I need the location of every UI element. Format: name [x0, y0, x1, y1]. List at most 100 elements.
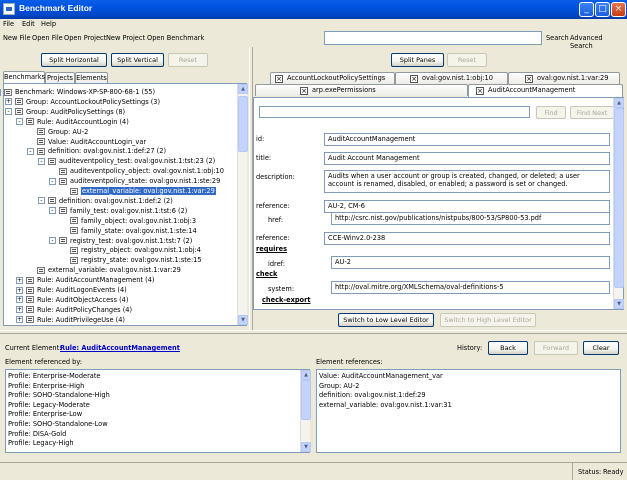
tree-node[interactable]: Rule: AuditPolicyChanges (4): [37, 305, 132, 315]
tab-accountlockout[interactable]: × AccountLockoutPolicySettings: [270, 72, 395, 84]
menu-help[interactable]: Help: [41, 20, 56, 28]
scroll-thumb[interactable]: [238, 96, 248, 152]
close-tab-icon[interactable]: ×: [275, 75, 283, 83]
split-panes-button[interactable]: Split Panes: [391, 53, 444, 67]
referenced-by-item[interactable]: Profile: Legacy-High: [8, 439, 74, 448]
tree-node[interactable]: auditeventpolicy_object: oval:gov.nist.1…: [70, 166, 224, 176]
requires-link[interactable]: requires: [256, 245, 287, 253]
id-field[interactable]: AuditAccountManagement: [324, 133, 610, 146]
collapse-icon[interactable]: -: [38, 197, 45, 205]
tree-node[interactable]: Rule: AuditAccountManagement (4): [37, 275, 154, 285]
scroll-thumb[interactable]: [301, 380, 311, 420]
close-tab-icon[interactable]: ×: [525, 75, 533, 83]
tree-node[interactable]: family_state: oval:gov.nist.1:ste:14: [81, 226, 197, 236]
tree-node[interactable]: registry_object: oval:gov.nist.1:obj:4: [81, 245, 201, 255]
tree-node[interactable]: Benchmark: Windows-XP-SP-800-68-1 (55): [15, 87, 155, 97]
tree-node[interactable]: registry_state: oval:gov.nist.1:ste:15: [81, 255, 202, 265]
referenced-by-item[interactable]: Profile: Legacy-Moderate: [8, 401, 90, 410]
expand-icon[interactable]: +: [16, 296, 23, 304]
close-tab-icon[interactable]: ×: [300, 87, 308, 95]
tree-node[interactable]: auditeventpolicy_test: oval:gov.nist.1:t…: [59, 156, 215, 166]
forward-button[interactable]: Forward: [534, 341, 578, 355]
tree-node[interactable]: Rule: AuditAccountLogin (4): [37, 117, 129, 127]
check-link[interactable]: check: [256, 270, 277, 278]
scroll-up-arrow[interactable]: ▲: [301, 370, 311, 380]
open-file-button[interactable]: Open File: [32, 34, 63, 42]
search-input[interactable]: [324, 31, 542, 45]
new-project-button[interactable]: New Project: [106, 34, 145, 42]
collapse-icon[interactable]: -: [38, 157, 45, 165]
clear-button[interactable]: Clear: [583, 341, 619, 355]
tree-node[interactable]: Group: AccountLockoutPolicySettings (3): [26, 97, 160, 107]
reference-item[interactable]: Group: AU-2: [319, 382, 359, 391]
tree-node[interactable]: auditeventpolicy_state: oval:gov.nist.1:…: [70, 176, 220, 186]
tree-node[interactable]: registry_test: oval:gov.nist.1:tst:7 (2): [70, 236, 192, 246]
collapse-icon[interactable]: -: [0, 88, 1, 96]
scroll-up-arrow[interactable]: ▲: [614, 98, 624, 108]
open-benchmark-button[interactable]: Open Benchmark: [147, 34, 204, 42]
referenced-by-item[interactable]: Profile: Enterprise-Moderate: [8, 372, 100, 381]
collapse-icon[interactable]: -: [49, 207, 56, 215]
search-button[interactable]: Search: [546, 34, 569, 42]
list-scrollbar[interactable]: ▲ ▼: [300, 370, 311, 452]
open-project-button[interactable]: Open Project: [64, 34, 106, 42]
close-tab-icon[interactable]: ×: [410, 75, 418, 83]
referenced-by-item[interactable]: Profile: SOHO-Standalone-Low: [8, 420, 108, 429]
referenced-by-item[interactable]: Profile: DISA-Gold: [8, 430, 66, 439]
tree-node[interactable]: definition: oval:gov.nist.1:def:2 (2): [59, 196, 173, 206]
tree-node[interactable]: Group: AuditPolicySettings (8): [26, 107, 125, 117]
tree-node[interactable]: Rule: AuditLogonEvents (4): [37, 285, 127, 295]
collapse-icon[interactable]: -: [5, 108, 12, 116]
scroll-thumb[interactable]: [614, 108, 624, 288]
maximize-button[interactable]: □: [595, 2, 610, 17]
system-field[interactable]: http://oval.mitre.org/XMLSchema/oval-def…: [331, 281, 610, 294]
tab-auditaccountmanagement[interactable]: × AuditAccountManagement: [468, 84, 623, 97]
tree-node[interactable]: Group: AU-2: [48, 127, 88, 137]
left-reset-button[interactable]: Reset: [168, 53, 208, 67]
idref-field[interactable]: AU-2: [331, 256, 610, 269]
tree-node[interactable]: external_variable: oval:gov.nist.1:var:2…: [48, 265, 181, 275]
find-next-button[interactable]: Find Next: [570, 106, 614, 119]
split-vertical-button[interactable]: Split Vertical: [111, 53, 164, 67]
current-element-link[interactable]: Rule: AuditAccountManagement: [60, 344, 180, 352]
expand-icon[interactable]: +: [16, 306, 23, 314]
menu-edit[interactable]: Edit: [22, 20, 35, 28]
expand-icon[interactable]: +: [16, 286, 23, 294]
expand-icon[interactable]: +: [16, 276, 23, 284]
tab-obj10[interactable]: × oval:gov.nist.1:obj:10: [395, 72, 508, 84]
scroll-down-arrow[interactable]: ▼: [614, 299, 624, 309]
expand-icon[interactable]: +: [16, 316, 23, 324]
right-reset-button[interactable]: Reset: [447, 53, 487, 67]
close-tab-icon[interactable]: ×: [476, 87, 484, 95]
advanced-search-button[interactable]: Advanced Search: [570, 34, 627, 50]
new-file-button[interactable]: New File: [3, 34, 31, 42]
close-button[interactable]: ×: [611, 2, 626, 17]
check-export-link[interactable]: check-export: [262, 296, 310, 304]
referenced-by-item[interactable]: Profile: Enterprise-Low: [8, 410, 82, 419]
find-button[interactable]: Find: [536, 106, 566, 119]
menu-file[interactable]: File: [3, 20, 14, 28]
reference-item[interactable]: Value: AuditAccountManagement_var: [319, 372, 443, 381]
collapse-icon[interactable]: -: [27, 147, 34, 155]
tab-var29[interactable]: × oval:gov.nist.1:var:29: [508, 72, 620, 84]
scroll-down-arrow[interactable]: ▼: [301, 442, 311, 452]
expand-icon[interactable]: +: [5, 98, 12, 106]
tree-scrollbar[interactable]: ▲ ▼: [237, 84, 248, 325]
referenced-by-item[interactable]: Profile: Enterprise-High: [8, 382, 84, 391]
reference-field-2[interactable]: CCE-Winv2.0-238: [324, 232, 610, 245]
back-button[interactable]: Back: [488, 341, 528, 355]
href-field[interactable]: http://csrc.nist.gov/publications/nistpu…: [331, 212, 610, 225]
switch-low-level-button[interactable]: Switch to Low Level Editor: [338, 313, 434, 327]
tree-node[interactable]: external_variable: oval:gov.nist.1:var:2…: [81, 186, 216, 196]
minimize-button[interactable]: _: [579, 2, 594, 17]
scroll-down-arrow[interactable]: ▼: [238, 315, 248, 325]
tree-node[interactable]: Rule: AuditObjectAccess (4): [37, 295, 128, 305]
split-horizontal-button[interactable]: Split Horizontal: [41, 53, 107, 67]
tree-node[interactable]: Value: AuditAccountLogin_var: [48, 137, 146, 147]
horizontal-split-divider[interactable]: [0, 330, 627, 334]
tree-node[interactable]: family_object: oval:gov.nist.1:obj:3: [81, 216, 196, 226]
description-field[interactable]: Audits when a user account or group is c…: [324, 170, 610, 193]
collapse-icon[interactable]: -: [49, 237, 56, 244]
tree-node[interactable]: Rule: AuditPrivilegeUse (4): [37, 315, 125, 325]
collapse-icon[interactable]: -: [16, 118, 23, 126]
